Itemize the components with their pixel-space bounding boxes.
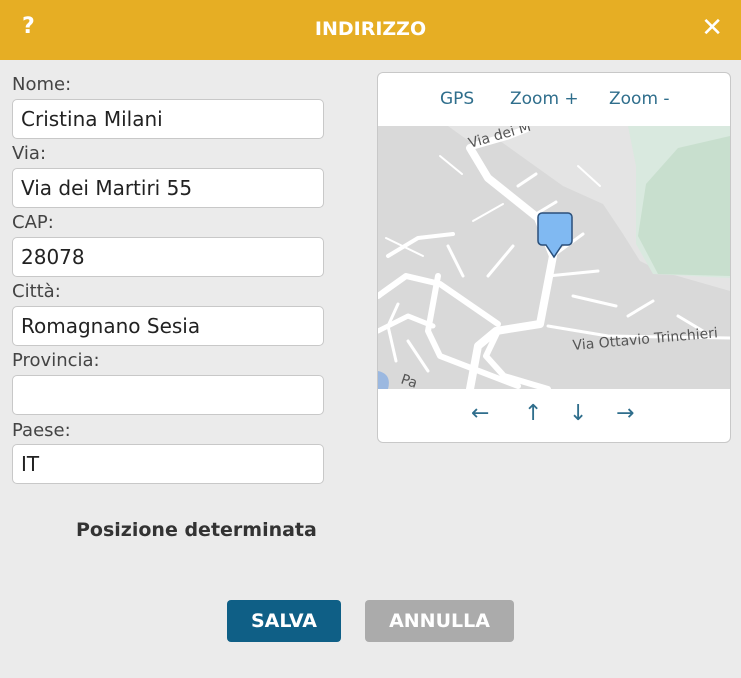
pan-left-button[interactable]: ← [471,401,489,426]
cancel-button[interactable]: ANNULLA [365,600,514,642]
map-view[interactable]: Via dei M Via Ottavio Trinchieri Pa [378,119,730,393]
zip-input[interactable] [12,237,324,277]
gps-button[interactable]: GPS [440,89,474,109]
map-canvas: Via dei M Via Ottavio Trinchieri Pa [378,119,730,393]
country-input[interactable] [12,444,324,484]
street-label: Via: [12,143,47,164]
map-controls: GPS Zoom + Zoom - [378,73,730,126]
name-label: Nome: [12,74,72,95]
address-dialog: ? INDIRIZZO ✕ Nome: Via: CAP: Città: Pro… [0,0,741,678]
street-input[interactable] [12,168,324,208]
map-pan-controls: ← ↑ ↓ → [378,389,730,442]
city-input[interactable] [12,306,324,346]
close-icon[interactable]: ✕ [701,13,723,43]
name-input[interactable] [12,99,324,139]
dialog-header: ? INDIRIZZO ✕ [0,0,741,60]
pan-right-button[interactable]: → [616,401,634,426]
location-status: Posizione determinata [76,519,317,541]
province-label: Provincia: [12,350,100,371]
zip-label: CAP: [12,212,54,233]
dialog-title: INDIRIZZO [314,18,427,40]
zoom-in-button[interactable]: Zoom + [510,89,579,109]
province-input[interactable] [12,375,324,415]
pan-down-button[interactable]: ↓ [569,401,587,426]
zoom-out-button[interactable]: Zoom - [609,89,670,109]
pan-up-button[interactable]: ↑ [524,401,542,426]
save-button[interactable]: SALVA [227,600,341,642]
city-label: Città: [12,281,61,302]
country-label: Paese: [12,420,71,441]
map-panel: GPS Zoom + Zoom - Via dei M Via Ottavio … [377,72,731,443]
